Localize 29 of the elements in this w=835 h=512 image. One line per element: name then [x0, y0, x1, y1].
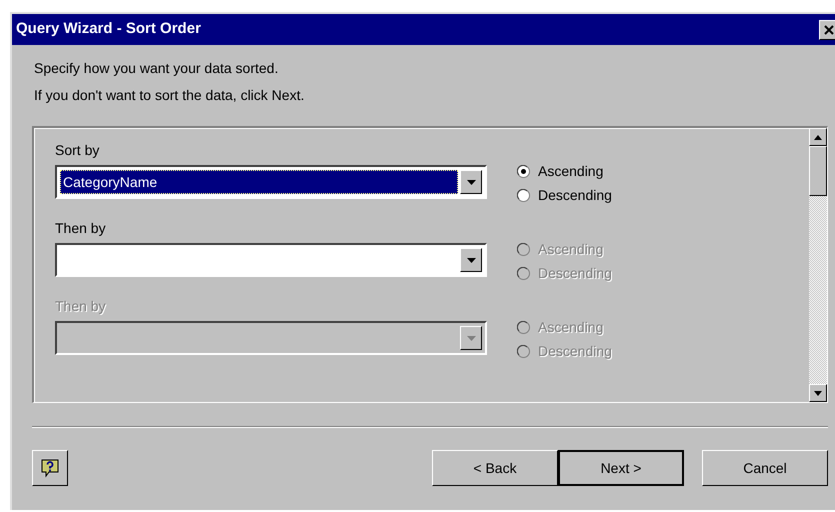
down-arrow-icon [466, 180, 476, 184]
wizard-button[interactable]: < Back [432, 450, 558, 486]
close-icon [824, 24, 834, 34]
dropdown-arrow-button[interactable] [460, 248, 482, 272]
scroll-down-button[interactable] [809, 384, 827, 402]
sort-direction-radio[interactable]: Descending [517, 186, 612, 204]
scrollbar[interactable] [809, 128, 827, 402]
sort-label: Sort by [55, 141, 100, 159]
sort-field-dropdown[interactable] [55, 243, 487, 277]
help-icon [40, 458, 60, 478]
down-arrow-icon [466, 258, 476, 262]
wizard-button[interactable]: Next > [558, 450, 684, 486]
down-arrow-icon [466, 336, 476, 340]
wizard-button[interactable]: Cancel [702, 450, 828, 486]
dropdown-arrow-button[interactable] [460, 170, 482, 194]
sort-label: Then by [55, 297, 107, 315]
scroll-up-button[interactable] [809, 128, 827, 146]
sort-field-dropdown[interactable]: CategoryName [55, 165, 487, 199]
down-arrow-icon [814, 390, 822, 396]
instruction-text: If you don't want to sort the data, click Next. [34, 86, 306, 104]
sort-label: Then by [55, 219, 107, 237]
selected-value: CategoryName [60, 170, 458, 194]
help-button[interactable] [32, 450, 68, 486]
window-title: Query Wizard - Sort Order [16, 19, 201, 40]
up-arrow-icon [814, 134, 822, 140]
scroll-thumb[interactable] [809, 146, 827, 196]
sort-direction-radio[interactable]: Ascending [517, 162, 612, 180]
instruction-text: Specify how you want your data sorted. [34, 59, 280, 77]
close-button[interactable] [819, 20, 835, 40]
